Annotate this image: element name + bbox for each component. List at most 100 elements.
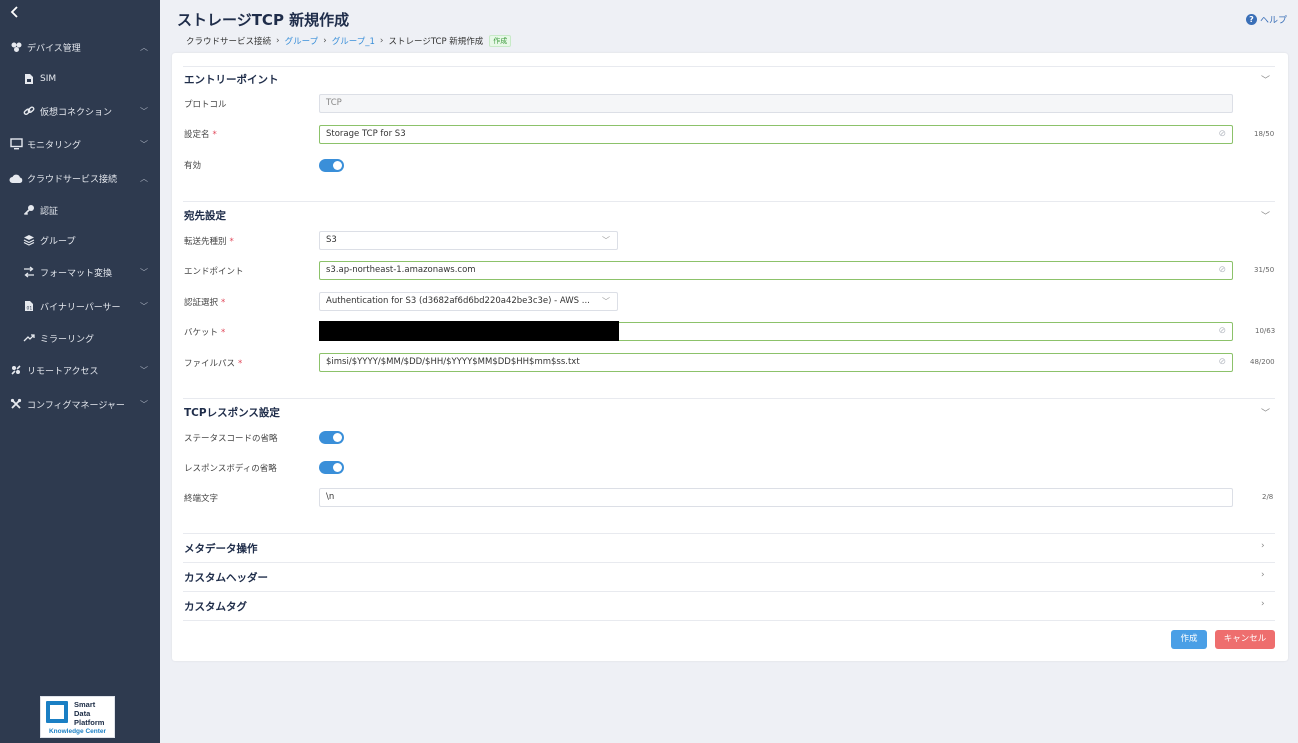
redacted-bucket-value	[319, 321, 619, 341]
binary-file-icon: 01	[22, 299, 36, 313]
format-convert-icon	[22, 265, 36, 279]
page-title: ストレージTCP 新規作成	[177, 11, 350, 29]
chevron-right-icon: ›	[323, 36, 327, 46]
sidebar-item-binary-parser[interactable]: 01 バイナリーパーサー ﹀	[0, 294, 160, 318]
divider	[183, 201, 1275, 202]
knowledge-center-logo[interactable]: Smart Data Platform Knowledge Center	[40, 696, 115, 738]
breadcrumb-group-1[interactable]: グループ_1	[332, 35, 375, 47]
chevron-down-icon: ﹀	[140, 267, 148, 277]
check-circle-icon: ⊘	[1218, 326, 1226, 336]
divider	[183, 66, 1275, 67]
back-chevron-icon[interactable]	[8, 4, 24, 22]
file-path-counter: 48/200	[1250, 358, 1275, 366]
setting-name-counter: 18/50	[1254, 130, 1275, 138]
sidebar-item-mirroring[interactable]: ミラーリング	[0, 326, 160, 350]
logo-subtitle: Knowledge Center	[48, 728, 107, 735]
chevron-down-icon: ﹀	[602, 236, 610, 245]
sidebar-item-device-management[interactable]: デバイス管理 ︿	[0, 35, 160, 59]
auth-select[interactable]: Authentication for S3 (d3682af6d6bd220a4…	[319, 292, 618, 311]
breadcrumb-group[interactable]: グループ	[285, 35, 319, 47]
omit-status-label: ステータスコードの省略	[184, 434, 278, 444]
sidebar-item-remote-access[interactable]: リモートアクセス ﹀	[0, 358, 160, 382]
chevron-down-icon[interactable]: ﹀	[1261, 209, 1270, 222]
cancel-button[interactable]: キャンセル	[1215, 630, 1275, 649]
omit-body-label: レスポンスボディの省略	[184, 464, 277, 474]
help-link[interactable]: ? ヘルプ	[1246, 13, 1287, 26]
divider	[183, 591, 1275, 592]
setting-name-input[interactable]: Storage TCP for S3 ⊘	[319, 125, 1233, 144]
chevron-down-icon[interactable]: ﹀	[1261, 406, 1270, 419]
bucket-label: バケット *	[184, 328, 226, 338]
sidebar-item-monitoring[interactable]: モニタリング ﹀	[0, 132, 160, 156]
devices-icon	[9, 40, 23, 54]
chevron-down-icon: ﹀	[140, 106, 148, 116]
sidebar-item-sim[interactable]: SIM	[0, 67, 160, 91]
chevron-down-icon: ﹀	[602, 297, 610, 306]
divider	[183, 562, 1275, 563]
divider	[183, 620, 1275, 621]
protocol-label: プロトコル	[184, 100, 227, 110]
cloud-icon	[9, 171, 23, 185]
sidebar: デバイス管理 ︿ SIM 仮想コネクション ﹀ モニタリング ﹀ クラウドサービ…	[0, 0, 160, 743]
destination-type-label: 転送先種別 *	[184, 237, 234, 247]
logo-line-2: Data	[74, 709, 91, 718]
logo-mark	[46, 701, 68, 723]
chevron-up-icon: ︿	[140, 42, 148, 52]
sidebar-item-format-conversion[interactable]: フォーマット変換 ﹀	[0, 260, 160, 284]
breadcrumb-current: ストレージTCP 新規作成	[388, 37, 484, 47]
sidebar-item-group[interactable]: グループ	[0, 228, 160, 252]
sidebar-item-auth[interactable]: 認証	[0, 198, 160, 222]
logo-line-3: Platform	[74, 718, 105, 727]
divider	[183, 398, 1275, 399]
setting-name-label: 設定名 *	[184, 130, 217, 140]
link-icon	[22, 104, 36, 118]
chevron-right-icon: ›	[379, 36, 384, 46]
section-tcp-response-title[interactable]: TCPレスポンス設定	[184, 405, 280, 420]
sidebar-item-cloud-service[interactable]: クラウドサービス接続 ︿	[0, 166, 160, 190]
omit-body-toggle[interactable]	[319, 461, 344, 474]
help-label: ヘルプ	[1260, 16, 1288, 26]
file-path-label: ファイルパス *	[184, 359, 243, 369]
endpoint-label: エンドポイント	[184, 267, 244, 277]
layers-icon	[22, 233, 36, 247]
monitor-icon	[9, 137, 23, 151]
chevron-right-icon[interactable]: ›	[1261, 599, 1265, 609]
section-custom-tag-title[interactable]: カスタムタグ	[184, 599, 247, 614]
sidebar-item-virtual-connection[interactable]: 仮想コネクション ﹀	[0, 99, 160, 123]
check-circle-icon: ⊘	[1218, 129, 1226, 139]
file-path-input[interactable]: $imsi/$YYYY/$MM/$DD/$HH/$YYYY$MM$DD$HH$m…	[319, 353, 1233, 372]
terminator-input[interactable]: \n	[319, 488, 1233, 507]
create-button[interactable]: 作成	[1171, 630, 1207, 649]
chevron-down-icon: ﹀	[140, 365, 148, 375]
protocol-field: TCP	[319, 94, 1233, 113]
section-entry-point-title[interactable]: エントリーポイント	[184, 72, 279, 87]
section-metadata-title[interactable]: メタデータ操作	[184, 541, 258, 556]
terminator-counter: 2/8	[1262, 493, 1274, 501]
mirroring-icon	[22, 331, 36, 345]
check-circle-icon: ⊘	[1218, 357, 1226, 367]
sim-icon	[22, 72, 36, 86]
divider	[183, 533, 1275, 534]
enabled-toggle[interactable]	[319, 159, 344, 172]
chevron-up-icon: ︿	[140, 173, 148, 183]
section-custom-header-title[interactable]: カスタムヘッダー	[184, 570, 268, 585]
section-destination-title[interactable]: 宛先設定	[184, 208, 226, 223]
logo-line-1: Smart	[74, 700, 96, 709]
tools-icon	[9, 397, 23, 411]
chevron-right-icon[interactable]: ›	[1261, 570, 1265, 580]
sidebar-item-config-manager[interactable]: コンフィグマネージャー ﹀	[0, 392, 160, 416]
endpoint-input[interactable]: s3.ap-northeast-1.amazonaws.com ⊘	[319, 261, 1233, 280]
chevron-down-icon: ﹀	[140, 139, 148, 149]
key-icon	[22, 203, 36, 217]
omit-status-toggle[interactable]	[319, 431, 344, 444]
enabled-label: 有効	[184, 161, 202, 171]
auth-select-label: 認証選択 *	[184, 298, 226, 308]
bucket-counter: 10/63	[1255, 327, 1276, 335]
svg-text:01: 01	[27, 306, 33, 312]
chevron-right-icon[interactable]: ›	[1261, 541, 1265, 551]
destination-type-select[interactable]: S3 ﹀	[319, 231, 618, 250]
breadcrumb: クラウドサービス接続 › グループ › グループ_1 › ストレージTCP 新規…	[186, 35, 512, 47]
breadcrumb-cloud-service: クラウドサービス接続	[186, 37, 272, 47]
chevron-down-icon[interactable]: ﹀	[1261, 73, 1270, 86]
terminator-label: 終端文字	[184, 494, 219, 504]
